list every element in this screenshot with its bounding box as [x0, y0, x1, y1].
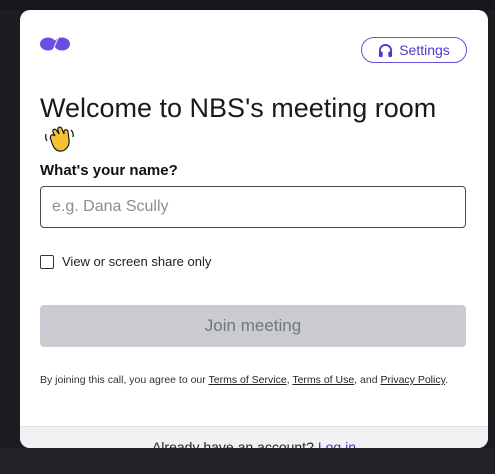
name-input[interactable] [40, 186, 466, 228]
view-only-label: View or screen share only [62, 254, 212, 269]
terms-and: , and [354, 374, 378, 386]
settings-label: Settings [399, 42, 450, 58]
terms-of-service-link[interactable]: Terms of Service [209, 374, 287, 386]
view-only-option[interactable]: View or screen share only [40, 254, 211, 269]
terms-separator: , [286, 374, 290, 386]
terms-of-use-link[interactable]: Terms of Use [292, 374, 354, 386]
terms-notice: By joining this call, you agree to our T… [40, 373, 470, 388]
title-text: Welcome to NBS's meeting room [40, 93, 437, 123]
privacy-policy-link[interactable]: Privacy Policy [380, 374, 445, 386]
login-footer: Already have an account? Log in [20, 426, 488, 448]
join-card: Settings Welcome to NBS's meeting room W… [20, 10, 488, 448]
window-bottom-edge [0, 448, 495, 474]
name-label: What's your name? [40, 162, 178, 179]
settings-button[interactable]: Settings [361, 37, 467, 63]
login-link[interactable]: Log in [318, 439, 356, 448]
join-meeting-button[interactable]: Join meeting [40, 305, 466, 347]
headphones-icon [379, 43, 393, 57]
window-top-edge [0, 0, 495, 10]
view-only-checkbox[interactable] [40, 254, 54, 269]
daily-logo-icon [40, 37, 70, 51]
terms-suffix: . [445, 374, 448, 386]
terms-prefix: By joining this call, you agree to our [40, 374, 206, 386]
window-right-edge [488, 10, 495, 448]
account-prompt: Already have an account? [151, 439, 314, 448]
waving-hand-icon [45, 126, 74, 152]
page-title: Welcome to NBS's meeting room [40, 92, 460, 156]
